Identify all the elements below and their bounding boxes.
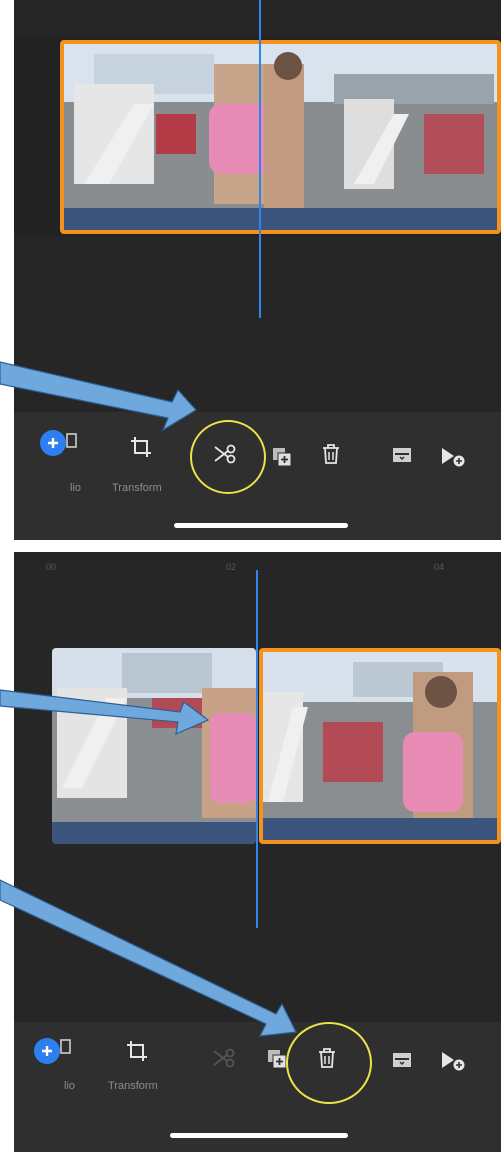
add-label: lio <box>64 1080 76 1092</box>
highlight-circle-split <box>190 420 266 494</box>
pointer-plus-icon <box>442 1052 465 1071</box>
home-indicator <box>170 1133 348 1138</box>
crop-icon <box>131 437 151 457</box>
replace-icon <box>393 1053 411 1067</box>
edit-toolbar: lio Transform <box>14 1022 501 1152</box>
audio-waveform <box>64 208 497 230</box>
audio-waveform <box>263 818 497 840</box>
add-label: lio <box>70 482 82 494</box>
add-marker-button[interactable] <box>440 445 466 469</box>
plus-icon <box>42 1046 52 1056</box>
audio-waveform <box>52 822 256 844</box>
add-media-button[interactable] <box>34 1038 60 1064</box>
media-icon <box>60 1039 71 1054</box>
replace-button[interactable] <box>391 1050 413 1070</box>
split-button-disabled[interactable] <box>212 1046 236 1070</box>
duplicate-icon <box>273 448 292 467</box>
screenshot-top: lio Transform <box>14 0 501 540</box>
pointer-plus-icon <box>442 448 465 467</box>
replace-button[interactable] <box>391 445 413 465</box>
trash-icon <box>323 444 339 464</box>
plus-icon <box>48 438 58 448</box>
scissors-icon <box>213 1048 235 1068</box>
video-thumbnail <box>263 652 497 822</box>
transform-button[interactable] <box>124 1038 150 1064</box>
video-clip-selected[interactable] <box>60 40 501 234</box>
crop-icon <box>127 1041 147 1061</box>
video-clip-left[interactable] <box>52 648 256 844</box>
video-clip-right-selected[interactable] <box>259 648 501 844</box>
transform-button[interactable] <box>128 434 154 460</box>
video-thumbnail <box>52 648 256 822</box>
add-marker-button[interactable] <box>440 1049 466 1073</box>
transform-label: Transform <box>108 1080 158 1092</box>
transform-label: Transform <box>112 482 162 494</box>
ruler-tick-00: 00 <box>46 562 57 572</box>
duplicate-button[interactable] <box>271 446 293 468</box>
video-thumbnail <box>64 44 497 230</box>
highlight-circle-delete <box>286 1022 372 1104</box>
home-indicator <box>174 523 348 528</box>
delete-button[interactable] <box>320 442 342 466</box>
playhead[interactable] <box>259 0 261 318</box>
duplicate-button[interactable] <box>266 1048 288 1070</box>
ruler-tick-04: 04 <box>434 562 445 572</box>
add-media-button[interactable] <box>40 430 66 456</box>
media-icon <box>66 433 77 448</box>
replace-icon <box>393 448 411 462</box>
duplicate-icon <box>268 1050 287 1069</box>
playhead[interactable] <box>256 570 258 928</box>
screenshot-bottom: 00 02 04 lio Transform <box>14 552 501 1152</box>
ruler-tick-02: 02 <box>226 562 237 572</box>
